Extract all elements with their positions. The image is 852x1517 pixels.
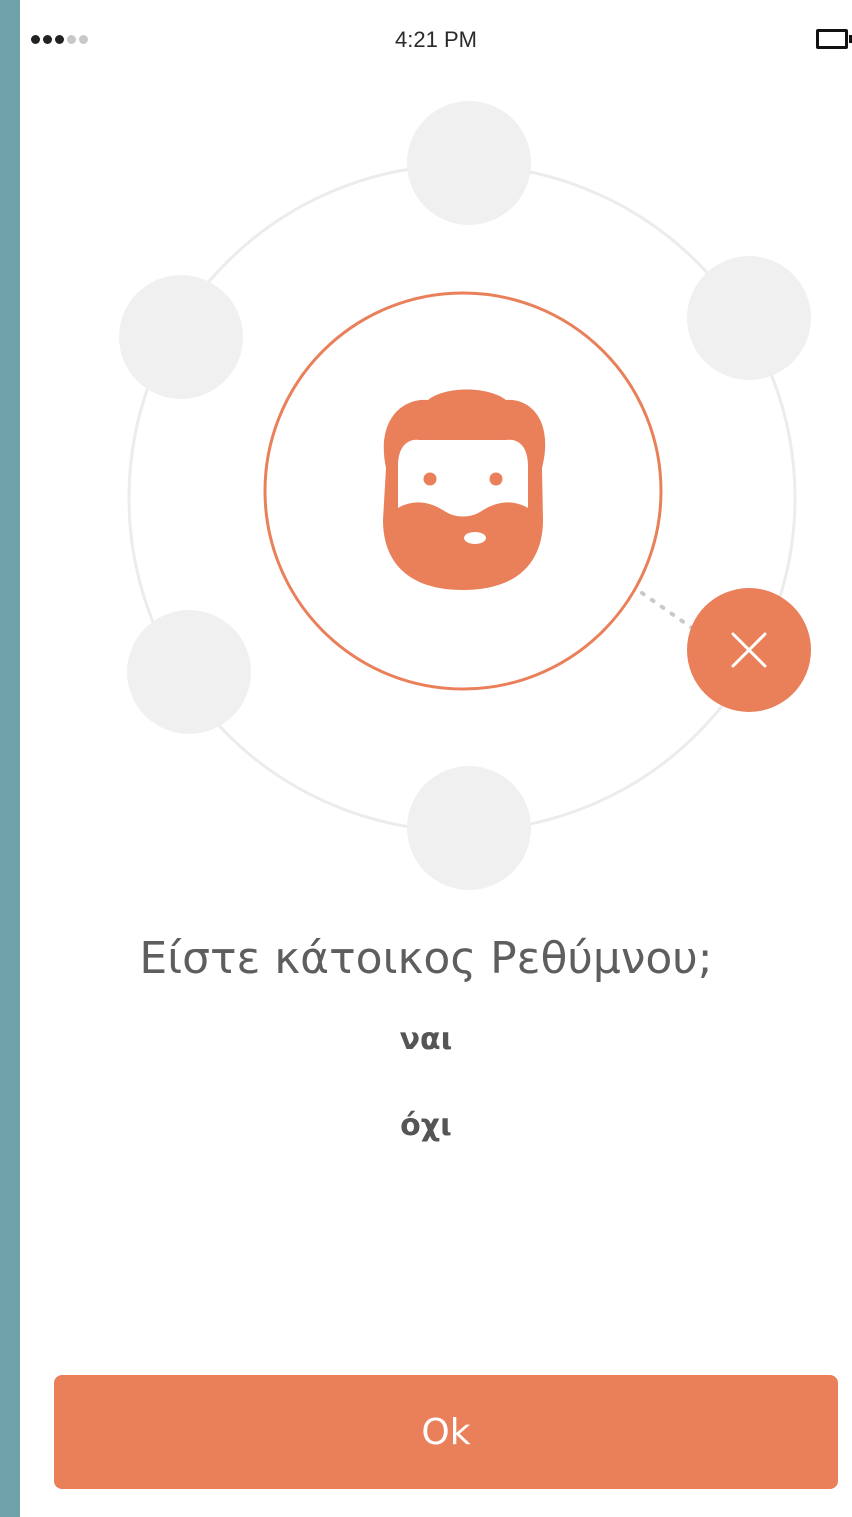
dotted-connector <box>640 591 694 630</box>
placeholder-avatar-upper-left <box>119 275 243 399</box>
remove-badge-button[interactable] <box>687 588 811 712</box>
bearded-man-face-icon <box>383 389 546 590</box>
battery-icon <box>816 29 852 49</box>
placeholder-avatar-top <box>407 101 531 225</box>
placeholder-avatar-bottom <box>407 766 531 890</box>
placeholder-avatar-lower-left <box>127 610 251 734</box>
app-screen: 4:21 PM Είστε κάτοικος Ρεθύμνου; ναι όχι… <box>20 0 852 1517</box>
residency-question: Είστε κάτοικος Ρεθύμνου; <box>139 933 713 984</box>
option-yes[interactable]: ναι <box>20 1022 852 1057</box>
status-time: 4:21 PM <box>395 27 477 52</box>
profile-illustration <box>20 80 852 910</box>
placeholder-avatar-upper-right <box>687 256 811 380</box>
status-bar: 4:21 PM <box>20 0 852 80</box>
option-no[interactable]: όχι <box>20 1108 852 1143</box>
ok-button[interactable]: Ok <box>54 1375 838 1489</box>
ok-button-label: Ok <box>421 1411 471 1453</box>
